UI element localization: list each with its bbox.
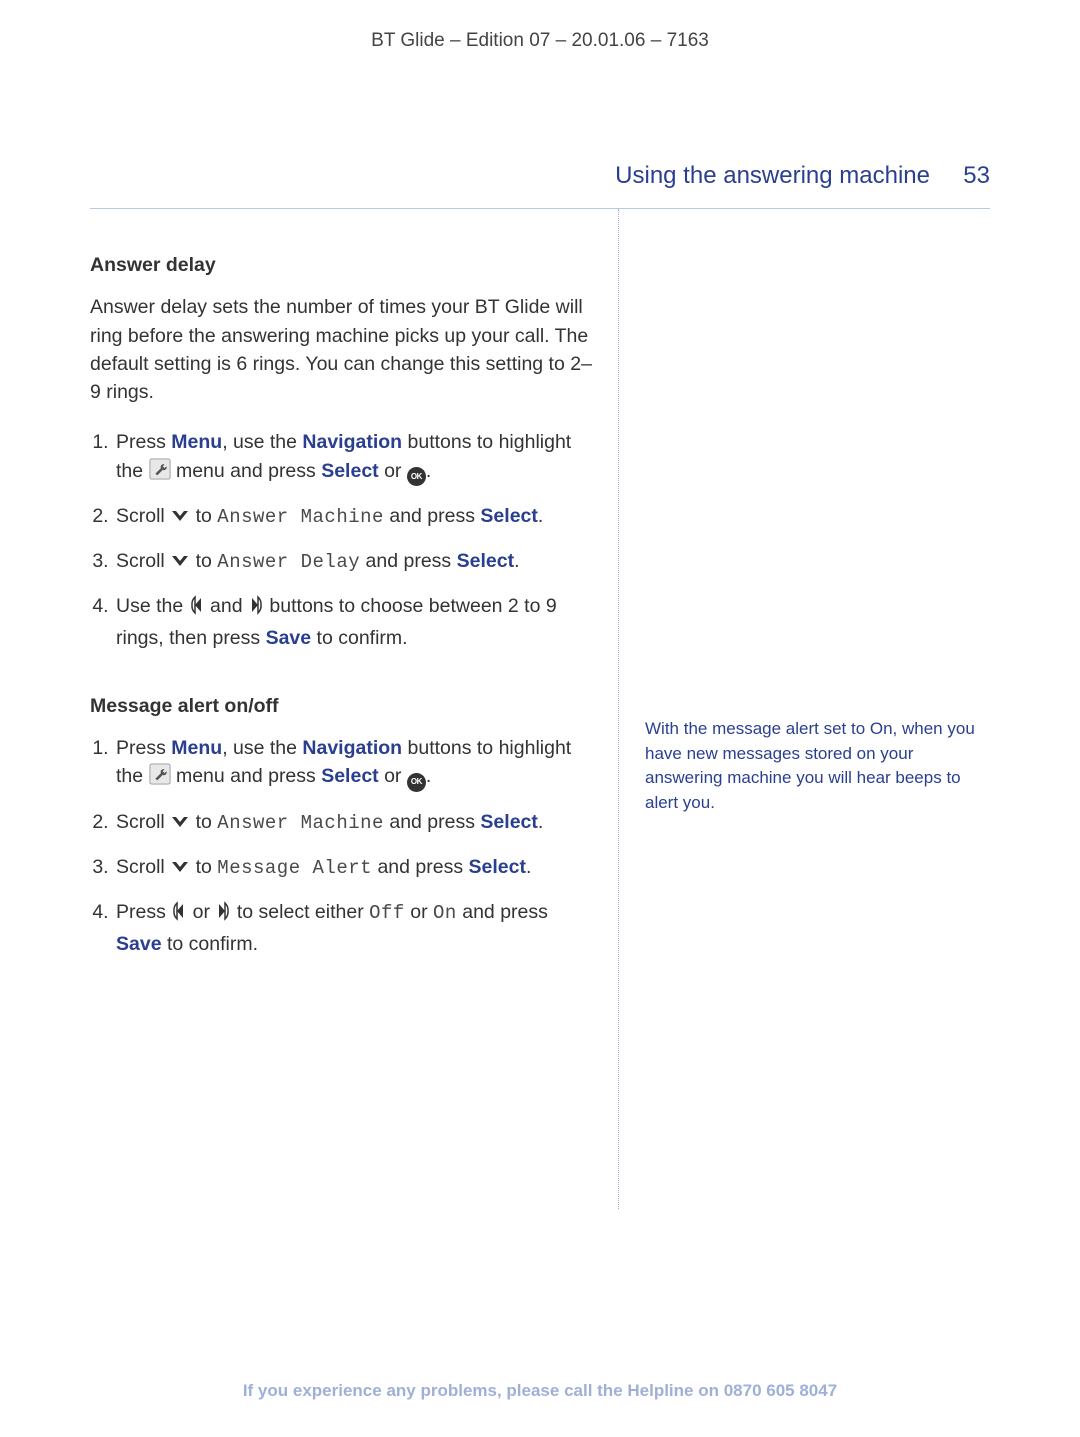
step: Press or to select either Off or On and … — [114, 898, 598, 958]
section-title-row: Using the answering machine 53 — [90, 162, 990, 190]
option-off: Off — [369, 902, 405, 924]
content-columns: Answer delay Answer delay sets the numbe… — [90, 209, 990, 1209]
scroll-down-icon — [170, 811, 190, 839]
text: to confirm. — [162, 933, 258, 955]
keyword-save: Save — [266, 627, 312, 649]
text: to select either — [231, 901, 369, 923]
scroll-down-icon — [170, 856, 190, 884]
document-page: BT Glide – Edition 07 – 20.01.06 – 7163 … — [0, 0, 1080, 1437]
text: or — [187, 901, 215, 923]
text: and press — [457, 901, 548, 923]
step: Scroll to Answer Machine and press Selec… — [114, 502, 598, 533]
text: Press — [116, 431, 171, 453]
text: . — [426, 765, 431, 787]
text: . — [426, 460, 431, 482]
text: or — [405, 901, 433, 923]
nav-right-icon — [248, 595, 264, 623]
text: to confirm. — [311, 627, 407, 649]
text: and — [205, 595, 248, 617]
menu-item: Answer Delay — [217, 551, 360, 573]
menu-item: Message Alert — [217, 857, 372, 879]
step: Press Menu, use the Navigation buttons t… — [114, 428, 598, 488]
nav-right-icon — [215, 901, 231, 929]
text: Use the — [116, 595, 189, 617]
text: Scroll — [116, 811, 170, 833]
keyword-menu: Menu — [171, 737, 222, 759]
keyword-select: Select — [321, 460, 378, 482]
steps-answer-delay: Press Menu, use the Navigation buttons t… — [90, 428, 598, 652]
text: menu and press — [171, 765, 322, 787]
text: or — [379, 765, 407, 787]
step: Press Menu, use the Navigation buttons t… — [114, 734, 598, 794]
text: Scroll — [116, 856, 170, 878]
step: Use the and buttons to choose between 2 … — [114, 592, 598, 652]
text: . — [526, 856, 531, 878]
text: , use the — [222, 431, 302, 453]
keyword-menu: Menu — [171, 431, 222, 453]
scroll-down-icon — [170, 505, 190, 533]
text: and press — [372, 856, 468, 878]
page-number: 53 — [960, 162, 990, 190]
heading-answer-delay: Answer delay — [90, 251, 598, 279]
keyword-select: Select — [480, 811, 537, 833]
document-header: BT Glide – Edition 07 – 20.01.06 – 7163 — [90, 30, 990, 52]
text: and press — [360, 550, 456, 572]
keyword-navigation: Navigation — [302, 737, 402, 759]
text: . — [538, 811, 543, 833]
text: Scroll — [116, 550, 170, 572]
intro-paragraph: Answer delay sets the number of times yo… — [90, 293, 598, 406]
sidebar-column: With the message alert set to On, when y… — [618, 209, 990, 1209]
heading-message-alert: Message alert on/off — [90, 692, 598, 720]
text: to — [190, 856, 217, 878]
keyword-select: Select — [480, 505, 537, 527]
text: to — [190, 811, 217, 833]
text: or — [379, 460, 407, 482]
steps-message-alert: Press Menu, use the Navigation buttons t… — [90, 734, 598, 958]
text: . — [514, 550, 519, 572]
spanner-icon — [149, 458, 171, 488]
text: menu and press — [171, 460, 322, 482]
menu-item: Answer Machine — [217, 506, 384, 528]
text: Press — [116, 737, 171, 759]
keyword-select: Select — [469, 856, 526, 878]
nav-left-icon — [171, 901, 187, 929]
nav-left-icon — [189, 595, 205, 623]
menu-item: Answer Machine — [217, 812, 384, 834]
keyword-save: Save — [116, 933, 162, 955]
section-title: Using the answering machine — [615, 162, 930, 190]
keyword-navigation: Navigation — [302, 431, 402, 453]
text: to — [190, 505, 217, 527]
footer-text: If you experience any problems, please c… — [243, 1381, 724, 1400]
keyword-select: Select — [321, 765, 378, 787]
text: Press — [116, 901, 171, 923]
text: . — [538, 505, 543, 527]
text: Scroll — [116, 505, 170, 527]
scroll-down-icon — [170, 550, 190, 578]
step: Scroll to Answer Delay and press Select. — [114, 547, 598, 578]
sidebar-note: With the message alert set to On, when y… — [645, 717, 990, 816]
footer-phone: 0870 605 8047 — [724, 1381, 837, 1400]
text: and press — [384, 505, 480, 527]
step: Scroll to Message Alert and press Select… — [114, 853, 598, 884]
option-on: On — [433, 902, 457, 924]
text: and press — [384, 811, 480, 833]
text: to — [190, 550, 217, 572]
main-column: Answer delay Answer delay sets the numbe… — [90, 209, 618, 1209]
spanner-icon — [149, 763, 171, 793]
ok-icon: OK — [407, 773, 426, 792]
ok-icon: OK — [407, 467, 426, 486]
step: Scroll to Answer Machine and press Selec… — [114, 808, 598, 839]
footer-helpline: If you experience any problems, please c… — [0, 1381, 1080, 1401]
keyword-select: Select — [457, 550, 514, 572]
text: , use the — [222, 737, 302, 759]
